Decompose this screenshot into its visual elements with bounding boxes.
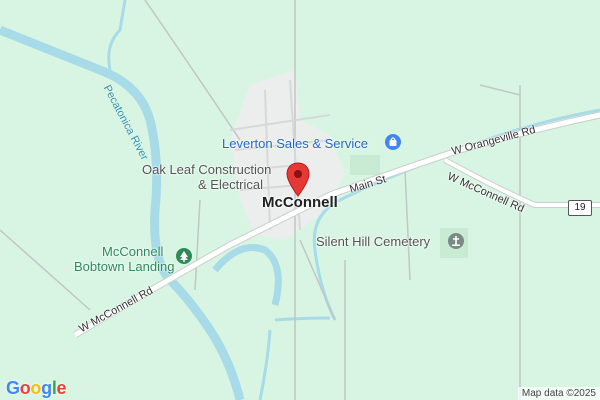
route-shield: 19 (568, 200, 592, 216)
field-area (350, 155, 380, 175)
poi-label-leverton[interactable]: Leverton Sales & Service (222, 136, 368, 151)
park-tree-icon[interactable] (176, 248, 192, 264)
cemetery-cross-icon[interactable] (448, 233, 464, 249)
google-logo: Google (6, 378, 67, 398)
poi-label-bobtown-line1[interactable]: McConnell (102, 244, 163, 259)
poi-label-oak-leaf-line1[interactable]: Oak Leaf Construction (142, 162, 271, 177)
map-attribution[interactable]: Map data ©2025 (517, 387, 600, 400)
poi-label-cemetery[interactable]: Silent Hill Cemetery (316, 234, 430, 249)
map-canvas[interactable]: Main St W Orangeville Rd W McConnell Rd … (0, 0, 600, 400)
shopping-bag-icon[interactable] (385, 134, 401, 150)
poi-label-bobtown-line2[interactable]: Bobtown Landing (74, 259, 174, 274)
poi-label-oak-leaf-line2[interactable]: & Electrical (198, 177, 263, 192)
map-pin-icon[interactable] (286, 162, 310, 198)
